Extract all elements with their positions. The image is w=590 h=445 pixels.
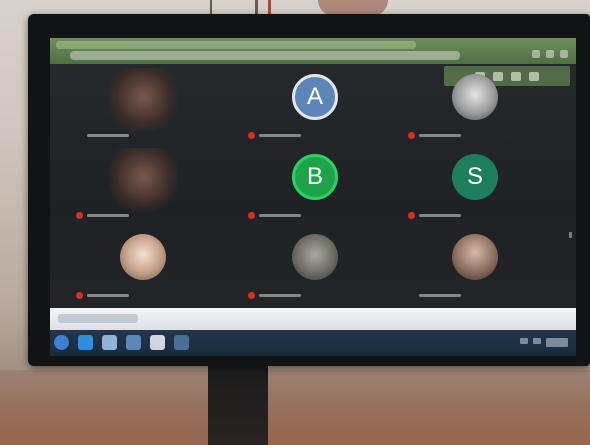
participant-tile[interactable]: S: [400, 148, 550, 226]
browser-window-bar: [50, 38, 576, 64]
participant-name-row: [408, 290, 465, 300]
participant-name-row: [248, 130, 305, 140]
participant-name-row: [408, 210, 465, 220]
participant-tile[interactable]: [400, 68, 550, 146]
network-icon[interactable]: [520, 338, 528, 344]
browser-controls: [532, 50, 568, 60]
participant-name-row: [76, 210, 133, 220]
participant-avatar: [452, 234, 498, 280]
meeting-grid: A B S: [50, 64, 576, 308]
participant-name-blur: [419, 213, 461, 217]
participant-tile[interactable]: [400, 228, 550, 306]
participant-avatar: [120, 234, 166, 280]
participant-name-blur: [87, 213, 129, 217]
participant-name-blur: [87, 293, 129, 297]
taskbar: [50, 330, 576, 356]
participant-name-row: [248, 290, 305, 300]
participant-name-row: [76, 130, 133, 140]
participant-tile[interactable]: A: [240, 68, 390, 146]
mic-off-icon: [408, 131, 415, 139]
participant-avatar: [292, 234, 338, 280]
edge-browser-icon[interactable]: [78, 335, 93, 350]
participant-name-blur: [259, 133, 301, 137]
participant-name-row: [408, 130, 465, 140]
participant-avatar: [452, 74, 498, 120]
participant-avatar: S: [452, 154, 498, 200]
mic-off-icon: [408, 211, 415, 219]
extension-icon[interactable]: [532, 50, 540, 58]
mic-icon: [408, 292, 415, 299]
monitor: A B S: [28, 14, 590, 366]
participant-name-blur: [419, 133, 461, 137]
mic-off-icon: [76, 291, 83, 299]
address-bar[interactable]: [70, 51, 460, 60]
profile-icon[interactable]: [560, 50, 568, 58]
mic-off-icon: [248, 211, 255, 219]
browser-tab[interactable]: [56, 41, 416, 49]
mic-off-icon: [248, 291, 255, 299]
windows-start-icon[interactable]: [54, 335, 69, 350]
participant-video: [108, 148, 178, 212]
desk-surface: [0, 370, 590, 445]
participant-avatar: A: [292, 74, 338, 120]
volume-icon[interactable]: [533, 338, 541, 344]
taskbar-apps: [54, 335, 189, 350]
media-icon[interactable]: [174, 335, 189, 350]
system-tray: [520, 338, 568, 347]
chevron-right-icon[interactable]: [569, 232, 572, 238]
mic-off-icon: [76, 211, 83, 219]
participant-avatar: B: [292, 154, 338, 200]
extension-icon[interactable]: [546, 50, 554, 58]
participant-video: [108, 68, 178, 132]
participant-name-blur: [419, 293, 461, 297]
store-icon[interactable]: [150, 335, 165, 350]
mic-icon: [76, 132, 83, 139]
participant-name-blur: [87, 133, 129, 137]
mail-icon[interactable]: [126, 335, 141, 350]
participant-tile[interactable]: [68, 68, 218, 146]
monitor-stand: [208, 366, 268, 445]
participant-tile[interactable]: [240, 228, 390, 306]
participant-name-row: [248, 210, 305, 220]
mic-off-icon: [248, 131, 255, 139]
search-input[interactable]: [58, 314, 138, 323]
clock[interactable]: [546, 338, 568, 347]
participant-name-blur: [259, 293, 301, 297]
taskbar-search-area: [50, 308, 576, 330]
file-explorer-icon[interactable]: [102, 335, 117, 350]
participant-tile[interactable]: B: [240, 148, 390, 226]
participant-name-blur: [259, 213, 301, 217]
participant-tile[interactable]: [68, 148, 218, 226]
participant-name-row: [76, 290, 133, 300]
monitor-screen: A B S: [50, 38, 576, 356]
participant-tile[interactable]: [68, 228, 218, 306]
